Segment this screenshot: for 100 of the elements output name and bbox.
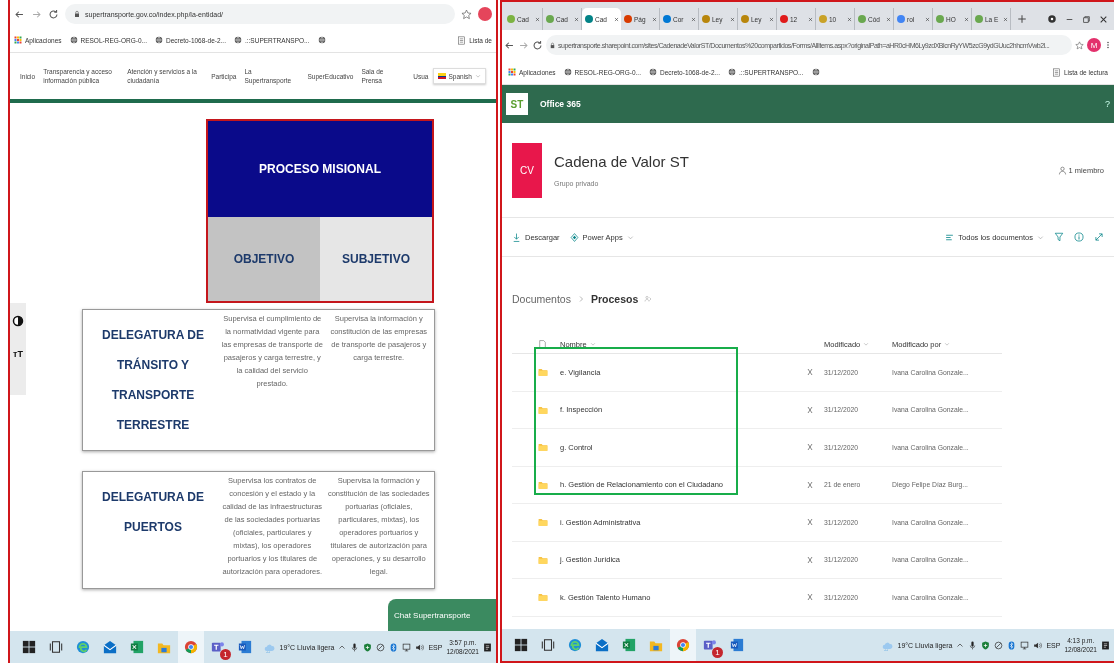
globe-icon [563, 68, 572, 76]
delegatura-title: DELEGATURA DE PUERTOS [101, 489, 205, 536]
lock-icon [73, 10, 81, 18]
caret-up-icon[interactable] [956, 641, 965, 649]
bookmark-star-icon[interactable] [461, 8, 472, 20]
folder-icon [538, 404, 548, 415]
taskbar-button[interactable]: 1 [205, 631, 231, 663]
new-tab-icon[interactable] [1017, 14, 1027, 24]
cross-icon [806, 368, 814, 377]
caret-up-icon[interactable] [338, 643, 347, 651]
menu-icon[interactable] [1104, 40, 1112, 50]
close-icon[interactable] [1099, 14, 1108, 24]
bluetooth-icon[interactable] [389, 642, 399, 652]
process-tab[interactable]: OBJETIVO [208, 217, 320, 301]
windows-logo-icon [514, 638, 528, 652]
process-tab[interactable]: SUBJETIVO [320, 217, 432, 301]
breadcrumb-current: Procesos [590, 293, 639, 305]
speaker-icon[interactable] [1033, 640, 1043, 650]
reload-icon[interactable] [532, 39, 543, 51]
globe-icon [648, 68, 657, 76]
reading-list-icon [1051, 67, 1061, 77]
shield-icon[interactable] [981, 640, 991, 650]
browser-icon [184, 640, 198, 654]
profile-avatar[interactable] [478, 7, 492, 21]
list-view-icon [945, 232, 955, 242]
bluetooth-icon[interactable] [1007, 640, 1017, 650]
globe-icon [69, 36, 78, 44]
chevron-down-icon [944, 341, 951, 347]
close-icon[interactable] [925, 16, 930, 22]
browser-icon [76, 640, 90, 654]
help-button[interactable]: ? [1105, 99, 1110, 109]
monitor-icon[interactable] [1020, 640, 1030, 650]
task-view-icon [49, 640, 63, 654]
close-icon[interactable] [886, 16, 891, 22]
chat-button[interactable]: Chat Supertransporte [388, 599, 496, 631]
cross-icon [806, 555, 814, 564]
monitor-icon[interactable] [402, 642, 412, 652]
close-icon[interactable] [730, 16, 735, 22]
browser-icon [568, 638, 582, 652]
download-icon [512, 232, 521, 242]
delegatura-title: DELEGATURA DE TRÁNSITO Y TRANSPORTE TERRESTRE [101, 327, 205, 434]
cross-icon [806, 443, 814, 452]
close-icon[interactable] [808, 16, 813, 22]
chevron-down-icon [863, 341, 870, 347]
mail-icon [103, 640, 117, 654]
close-icon[interactable] [574, 16, 579, 22]
forward-icon[interactable] [31, 8, 42, 20]
apps-grid-icon [508, 68, 516, 76]
close-icon[interactable] [847, 16, 852, 22]
back-icon[interactable] [504, 39, 515, 51]
globe-icon[interactable] [811, 68, 820, 76]
microphone-icon[interactable] [350, 642, 360, 652]
site-title: Cadena de Valor ST [554, 153, 689, 170]
folder-icon [538, 479, 548, 490]
bookmark-star-icon[interactable] [1075, 40, 1084, 50]
info-icon[interactable] [1074, 232, 1084, 242]
spreadsheet-app-icon [130, 640, 144, 654]
task-view-icon [541, 638, 555, 652]
globe-icon [233, 36, 242, 44]
cross-icon [806, 480, 814, 489]
microphone-icon[interactable] [968, 640, 978, 650]
close-icon[interactable] [535, 16, 540, 22]
close-icon[interactable] [1003, 16, 1008, 22]
filter-icon[interactable] [1054, 232, 1064, 242]
chevron-down-icon [475, 73, 481, 79]
close-icon[interactable] [614, 16, 619, 22]
breadcrumb-link[interactable]: Documentos [512, 293, 571, 305]
text-size-toggle[interactable]: тT [13, 349, 23, 359]
globe-icon [727, 68, 736, 76]
process-title: PROCESO MISIONAL [208, 121, 432, 217]
extension-icon[interactable] [1047, 14, 1057, 24]
profile-avatar[interactable]: M [1087, 38, 1101, 52]
close-icon[interactable] [691, 16, 696, 22]
taskbar-button[interactable]: 1 [697, 629, 723, 661]
document-app-icon [730, 638, 744, 652]
reload-icon[interactable] [48, 8, 59, 20]
apps-grid-icon [14, 36, 22, 44]
chat-app-icon [211, 640, 225, 654]
close-icon[interactable] [964, 16, 969, 22]
back-icon[interactable] [14, 8, 25, 20]
restore-icon[interactable] [1082, 14, 1091, 24]
shield-icon[interactable] [363, 642, 373, 652]
close-icon[interactable] [652, 16, 657, 22]
notification-icon[interactable] [1101, 639, 1110, 651]
power-apps-icon [569, 232, 579, 242]
spreadsheet-app-icon [622, 638, 636, 652]
expand-icon[interactable] [1094, 232, 1104, 242]
folder-icon [538, 517, 548, 528]
suite-title[interactable]: Office 365 [540, 99, 581, 109]
notification-badge: 1 [220, 649, 231, 660]
contrast-icon[interactable] [12, 315, 24, 327]
chat-app-icon [703, 638, 717, 652]
notification-icon[interactable] [483, 641, 492, 653]
close-icon[interactable] [769, 16, 774, 22]
site-tile: CV [512, 142, 542, 198]
folder-icon [538, 592, 548, 603]
speaker-icon[interactable] [415, 642, 425, 652]
globe-icon[interactable] [317, 36, 326, 44]
chevron-down-icon [626, 233, 634, 241]
browser-icon [676, 638, 690, 652]
